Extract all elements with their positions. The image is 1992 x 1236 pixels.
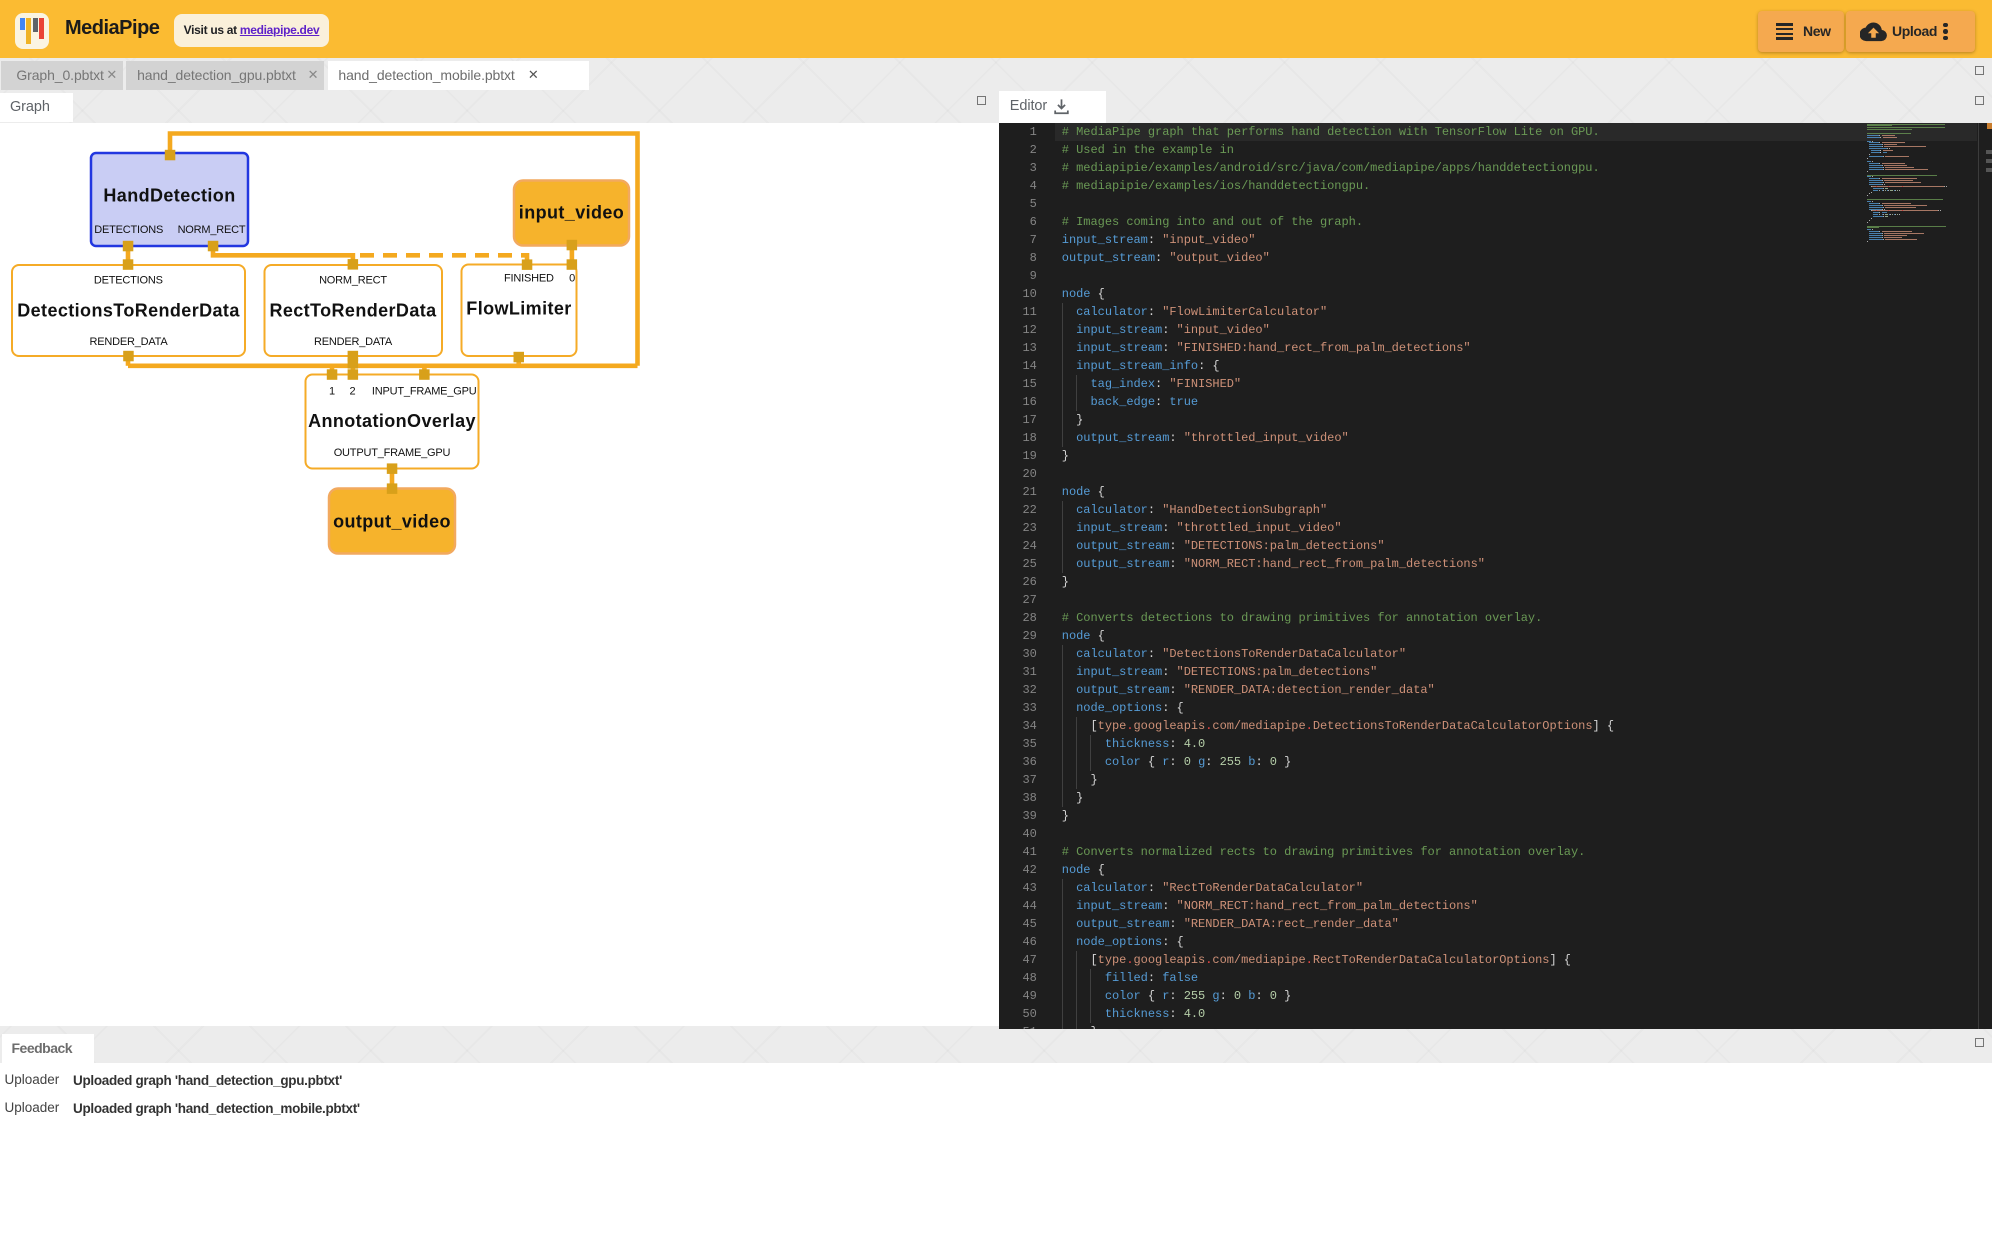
svg-text:NORM_RECT: NORM_RECT xyxy=(178,224,246,236)
svg-text:output_video: output_video xyxy=(333,511,451,531)
svg-text:RENDER_DATA: RENDER_DATA xyxy=(89,336,168,348)
svg-text:OUTPUT_FRAME_GPU: OUTPUT_FRAME_GPU xyxy=(334,447,451,459)
svg-text:NORM_RECT: NORM_RECT xyxy=(319,274,387,286)
svg-text:DetectionsToRenderData: DetectionsToRenderData xyxy=(17,300,240,320)
svg-text:input_video: input_video xyxy=(519,202,624,222)
svg-text:INPUT_FRAME_GPU: INPUT_FRAME_GPU xyxy=(372,386,477,398)
svg-text:HandDetection: HandDetection xyxy=(103,185,235,205)
svg-text:FlowLimiter: FlowLimiter xyxy=(466,298,571,318)
svg-text:2: 2 xyxy=(350,386,356,398)
svg-text:1: 1 xyxy=(329,386,335,398)
svg-text:AnnotationOverlay: AnnotationOverlay xyxy=(308,411,476,431)
svg-text:0: 0 xyxy=(569,273,575,285)
svg-text:RectToRenderData: RectToRenderData xyxy=(269,300,437,320)
svg-text:RENDER_DATA: RENDER_DATA xyxy=(314,336,393,348)
svg-text:FINISHED: FINISHED xyxy=(504,273,554,285)
svg-text:DETECTIONS: DETECTIONS xyxy=(94,274,163,286)
svg-text:DETECTIONS: DETECTIONS xyxy=(94,224,163,236)
